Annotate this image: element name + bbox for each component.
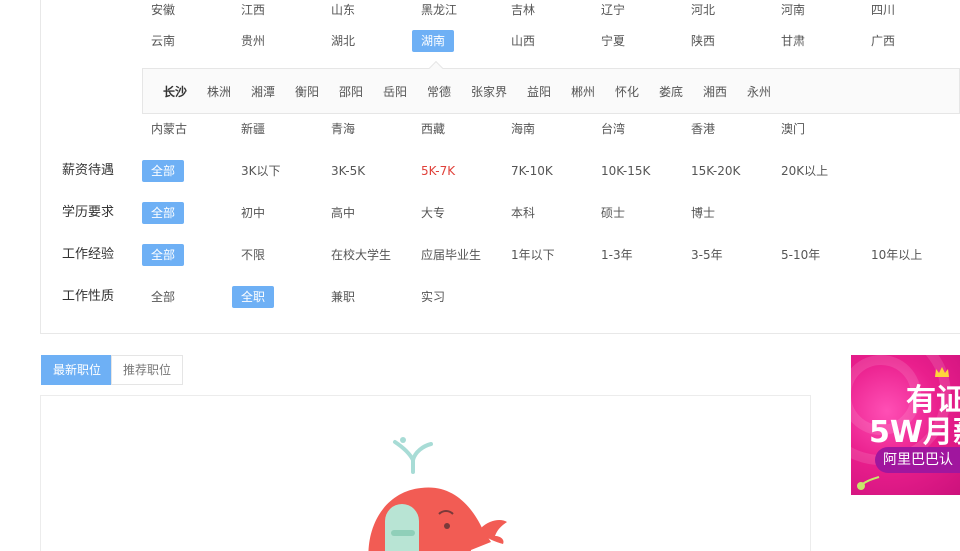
salary-option[interactable]: 7K-10K xyxy=(502,160,562,182)
province-option[interactable]: 四川 xyxy=(862,0,904,21)
subcity-option[interactable]: 湘潭 xyxy=(251,81,275,103)
salary-option[interactable]: 10K-15K xyxy=(592,160,659,182)
whale-illustration-icon xyxy=(368,437,507,551)
province-option[interactable]: 辽宁 xyxy=(592,0,634,21)
subcity-option[interactable]: 湘西 xyxy=(703,81,727,103)
education-option[interactable]: 博士 xyxy=(682,202,724,224)
education-option[interactable]: 大专 xyxy=(412,202,454,224)
province-option[interactable]: 贵州 xyxy=(232,30,274,52)
pea-icon xyxy=(857,476,880,490)
subcity-option[interactable]: 郴州 xyxy=(571,81,595,103)
province-option[interactable]: 河北 xyxy=(682,0,724,21)
salary-option[interactable]: 3K以下 xyxy=(232,160,290,182)
experience-option[interactable]: 3-5年 xyxy=(682,244,732,266)
subcity-option[interactable]: 张家界 xyxy=(471,81,507,103)
salary-option[interactable]: 15K-20K xyxy=(682,160,749,182)
province-option[interactable]: 海南 xyxy=(502,118,544,140)
jobtype-label: 工作性质 xyxy=(62,289,115,304)
province-option[interactable]: 云南 xyxy=(142,30,184,52)
jobtype-option[interactable]: 实习 xyxy=(412,286,454,308)
education-label: 学历要求 xyxy=(62,205,115,220)
subcity-option[interactable]: 怀化 xyxy=(615,81,639,103)
province-option[interactable]: 河南 xyxy=(772,0,814,21)
experience-option[interactable]: 1-3年 xyxy=(592,244,642,266)
experience-option[interactable]: 5-10年 xyxy=(772,244,829,266)
province-option[interactable]: 黑龙江 xyxy=(412,0,466,21)
province-option[interactable]: 湖北 xyxy=(322,30,364,52)
province-option[interactable]: 广西 xyxy=(862,30,904,52)
education-option-all[interactable]: 全部 xyxy=(142,202,185,224)
ad-banner[interactable]: 有证 5W月薪 阿里巴巴认 xyxy=(851,355,960,495)
jobtype-option[interactable]: 兼职 xyxy=(322,286,364,308)
province-option[interactable]: 青海 xyxy=(322,118,364,140)
salary-option-highlighted[interactable]: 5K-7K xyxy=(412,160,464,182)
subcity-option[interactable]: 娄底 xyxy=(659,81,683,103)
province-option[interactable]: 安徽 xyxy=(142,0,184,21)
province-option[interactable]: 山东 xyxy=(322,0,364,21)
salary-option[interactable]: 20K以上 xyxy=(772,160,837,182)
province-option[interactable]: 江西 xyxy=(232,0,274,21)
salary-option-all[interactable]: 全部 xyxy=(142,160,185,182)
subcity-option-selected[interactable]: 长沙 xyxy=(163,81,187,103)
salary-option[interactable]: 3K-5K xyxy=(322,160,374,182)
province-option[interactable]: 台湾 xyxy=(592,118,634,140)
tab-recommended-jobs[interactable]: 推荐职位 xyxy=(111,355,184,385)
province-option[interactable]: 山西 xyxy=(502,30,544,52)
province-option[interactable]: 新疆 xyxy=(232,118,274,140)
subcity-panel: 长沙 株洲 湘潭 衡阳 邵阳 岳阳 常德 张家界 益阳 郴州 怀化 娄底 湘西 … xyxy=(142,60,960,114)
experience-option[interactable]: 1年以下 xyxy=(502,244,564,266)
subcity-option[interactable]: 衡阳 xyxy=(295,81,319,103)
province-option[interactable]: 内蒙古 xyxy=(142,118,196,140)
education-option[interactable]: 硕士 xyxy=(592,202,634,224)
experience-option[interactable]: 在校大学生 xyxy=(322,244,400,266)
education-option[interactable]: 高中 xyxy=(322,202,364,224)
province-option[interactable]: 陕西 xyxy=(682,30,724,52)
education-option[interactable]: 本科 xyxy=(502,202,544,224)
province-option[interactable]: 宁夏 xyxy=(592,30,634,52)
subcity-option[interactable]: 岳阳 xyxy=(383,81,407,103)
subcity-option[interactable]: 邵阳 xyxy=(339,81,363,103)
province-option[interactable]: 香港 xyxy=(682,118,724,140)
experience-option[interactable]: 10年以上 xyxy=(862,244,931,266)
province-option[interactable]: 甘肃 xyxy=(772,30,814,52)
tab-latest-jobs[interactable]: 最新职位 xyxy=(41,355,114,385)
experience-label: 工作经验 xyxy=(62,247,115,262)
jobtype-option-all[interactable]: 全部 xyxy=(142,286,184,308)
subcity-option[interactable]: 益阳 xyxy=(527,81,551,103)
province-option[interactable]: 吉林 xyxy=(502,0,544,21)
province-option[interactable]: 西藏 xyxy=(412,118,454,140)
ad-sub-pill: 阿里巴巴认 xyxy=(875,447,960,473)
ad-headline-2: 5W月薪 xyxy=(869,415,960,450)
subcity-option[interactable]: 常德 xyxy=(427,81,451,103)
jobtype-option-selected[interactable]: 全职 xyxy=(232,286,275,308)
province-option-selected[interactable]: 湖南 xyxy=(412,30,455,52)
subcity-option[interactable]: 永州 xyxy=(747,81,771,103)
empty-state-panel xyxy=(40,395,811,551)
experience-option[interactable]: 应届毕业生 xyxy=(412,244,490,266)
experience-option[interactable]: 不限 xyxy=(232,244,274,266)
subcity-option[interactable]: 株洲 xyxy=(207,81,231,103)
education-option[interactable]: 初中 xyxy=(232,202,274,224)
experience-option-all[interactable]: 全部 xyxy=(142,244,185,266)
salary-label: 薪资待遇 xyxy=(62,163,115,178)
province-option[interactable]: 澳门 xyxy=(772,118,814,140)
